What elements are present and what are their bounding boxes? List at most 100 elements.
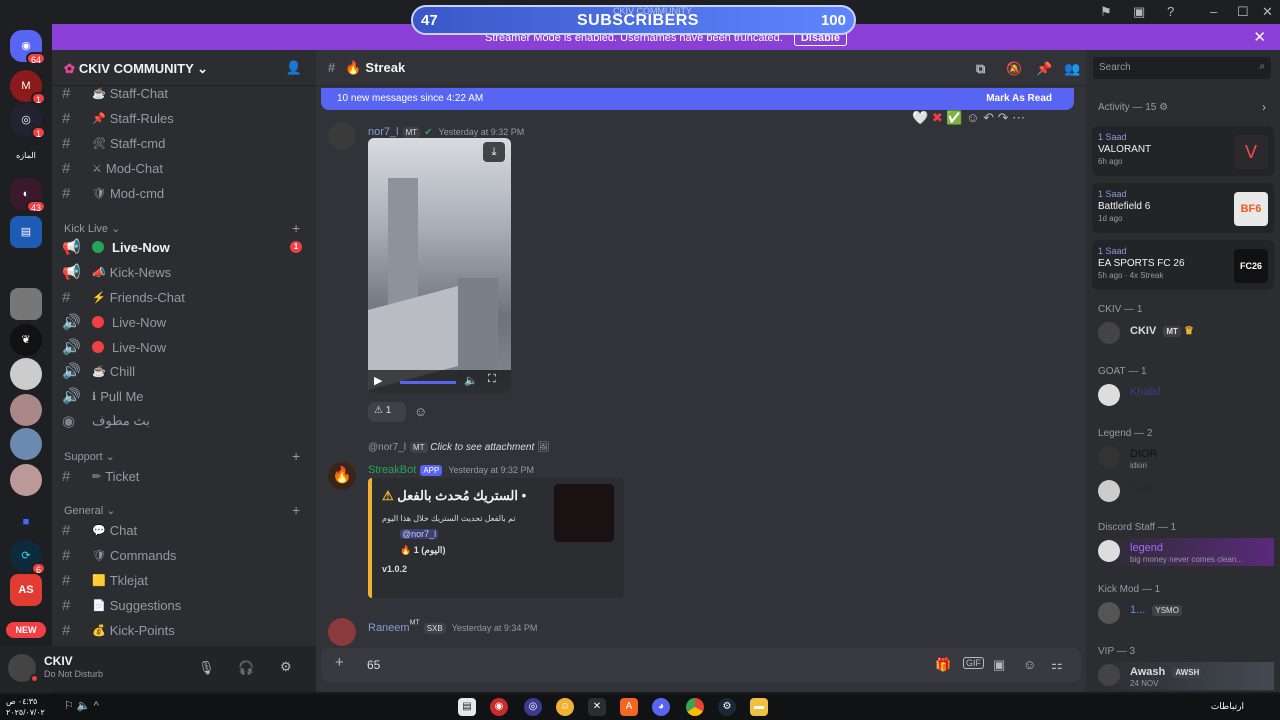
reply-preview[interactable]: @nor7_l MT Click to see attachment 🖼 <box>368 442 550 453</box>
taskbar-app-icon[interactable]: ◎ <box>524 698 542 716</box>
server-icon-ckiv[interactable]: ◐ 43 <box>10 178 46 213</box>
member-awash[interactable]: Awash AWSH 24 NOV <box>1098 662 1274 690</box>
taskbar-folder-icon[interactable]: ▬ <box>750 698 768 716</box>
forward-icon[interactable]: ↷ <box>998 110 1009 125</box>
channel-staff-chat[interactable]: # ☕ Staff-Chat <box>62 81 306 105</box>
chevron-right-icon[interactable]: › <box>1262 100 1266 114</box>
add-channel-icon[interactable]: + <box>292 220 300 236</box>
taskbar-discord-icon[interactable]: ◕ <box>652 698 670 716</box>
heart-icon[interactable]: 🤍 <box>912 110 928 125</box>
plus-attach-icon[interactable]: + <box>335 654 344 671</box>
apps-icon[interactable]: ⚏ <box>1051 657 1063 673</box>
taskbar-app-icon[interactable]: ☺ <box>556 698 574 716</box>
server-icon-portrait[interactable] <box>10 358 42 390</box>
member-list-icon[interactable]: 👥 <box>1064 61 1080 77</box>
mention-pill[interactable]: @nor7_l <box>400 529 439 539</box>
check-reaction-icon[interactable]: ✅ <box>946 110 962 125</box>
progress-bar[interactable] <box>400 381 456 384</box>
message-username[interactable]: Raneem <box>368 622 410 634</box>
activity-card[interactable]: 1 Saad EA SPORTS FC 26 5h ago · 4x Strea… <box>1092 240 1274 290</box>
server-icon-avatar[interactable] <box>10 288 42 320</box>
play-icon[interactable]: ▶ <box>374 374 382 387</box>
streakbot-avatar[interactable]: 🔥 <box>328 462 356 490</box>
message-username[interactable]: nor7_l <box>368 126 399 138</box>
taskbar-steam-icon[interactable]: ⚙ <box>718 698 736 716</box>
more-icon[interactable]: ⋯ <box>1012 110 1025 125</box>
channel-ticket[interactable]: # ✏ Ticket <box>62 464 306 488</box>
message-username[interactable]: StreakBot <box>368 464 416 476</box>
embed-thumbnail[interactable] <box>554 484 614 542</box>
add-reaction-icon[interactable]: ☺ <box>966 110 979 125</box>
taskbar-app-icon[interactable]: ▤ <box>458 698 476 716</box>
microphone-icon[interactable]: 🎙 <box>198 660 215 676</box>
message-composer[interactable]: + 65 🎁 GIF ▣ ☺ ⚏ <box>321 648 1081 682</box>
channel-commands[interactable]: # 🛡 Commands <box>62 543 306 567</box>
server-icon-as[interactable]: AS <box>10 574 42 606</box>
screen-icon[interactable]: ▣ <box>1133 4 1145 20</box>
home-discord-icon[interactable]: ◉ 64 <box>10 30 46 65</box>
mark-as-read-button[interactable]: Mark As Read <box>986 93 1052 104</box>
fullscreen-icon[interactable]: ⛶ <box>488 373 496 386</box>
server-icon-logo[interactable]: ⟳ 6 <box>10 540 46 575</box>
server-icon-circle[interactable]: ◎ 1 <box>10 104 46 139</box>
gif-icon[interactable]: GIF <box>963 657 984 669</box>
sticker-icon[interactable]: ▣ <box>993 657 1005 673</box>
taskbar-app-icon[interactable]: ◉ <box>490 698 508 716</box>
message-input[interactable]: 65 <box>367 658 380 672</box>
channel-stage[interactable]: ◉ بث مطوف <box>62 409 306 433</box>
reply-icon[interactable]: ↶ <box>983 110 994 125</box>
channel-kick-news[interactable]: 📢 📣 Kick-News <box>62 260 306 284</box>
maximize-icon[interactable]: ☐ <box>1237 4 1249 20</box>
taskbar-app-icon[interactable]: A <box>620 698 638 716</box>
channel-live-now-2[interactable]: 🔊 Live-Now <box>62 310 306 334</box>
clock[interactable]: ٠٤:٣٥ ص ٢٠٢٥/٠٧/٠٢ <box>6 696 45 718</box>
taskbar-chrome-icon[interactable] <box>686 698 704 716</box>
server-icon-square[interactable]: ■ <box>10 506 42 538</box>
server-icon-scene[interactable] <box>10 428 42 460</box>
add-member-icon[interactable]: 👤 <box>286 60 302 76</box>
member-legend[interactable]: legend big money never comes clean... <box>1098 538 1274 566</box>
close-window-icon[interactable]: ✕ <box>1262 4 1273 20</box>
channel-suggestions[interactable]: # 📄 Suggestions <box>62 593 306 617</box>
mute-icon[interactable]: 🔕 <box>1006 61 1022 77</box>
channel-kick-points[interactable]: # 💰 Kick-Points <box>62 618 306 642</box>
server-icon-face[interactable] <box>10 394 42 426</box>
taskbar-app-icon[interactable]: ✕ <box>588 698 606 716</box>
channel-chat[interactable]: # 💬 Chat <box>62 518 306 542</box>
threads-icon[interactable]: ⧉ <box>976 61 985 77</box>
pin-icon[interactable]: 📌 <box>1036 61 1052 77</box>
channel-chill[interactable]: 🔊 ☕ Chill <box>62 359 306 383</box>
channel-mod-chat[interactable]: # ⚔ Mod-Chat <box>62 156 306 180</box>
help-icon[interactable]: ? <box>1167 4 1174 19</box>
video-attachment[interactable]: ⤓ ▶ 🔈 ⛶ <box>368 138 511 394</box>
channel-pull-me[interactable]: 🔊 ℹ Pull Me <box>62 384 306 408</box>
avatar[interactable] <box>328 618 356 646</box>
server-icon-wings[interactable]: ❦ <box>10 324 42 356</box>
channel-friends-chat[interactable]: # ⚡ Friends-Chat <box>62 285 306 309</box>
add-channel-icon[interactable]: + <box>292 502 300 518</box>
tray-icons[interactable]: ⚐ 🔈 ^ <box>64 699 99 712</box>
server-icon-person[interactable] <box>10 464 42 496</box>
new-pill[interactable]: NEW <box>6 622 46 638</box>
server-icon-m[interactable]: M1 <box>10 70 46 105</box>
avatar[interactable] <box>328 122 356 150</box>
channel-mod-cmd[interactable]: # 🛡 Mod-cmd <box>62 181 306 205</box>
activity-card[interactable]: 1 Saad VALORANT 6h ago V <box>1092 126 1274 176</box>
inbox-icon[interactable]: ⚑ <box>1100 4 1112 20</box>
gift-icon[interactable]: 🎁 <box>935 657 951 673</box>
server-icon-arabic[interactable]: المازه <box>10 140 42 172</box>
volume-icon[interactable]: 🔈 <box>464 374 478 387</box>
emoji-icon[interactable]: ☺ <box>1023 657 1036 672</box>
reaction-warning[interactable]: ⚠ 1 <box>368 402 406 422</box>
x-reaction-icon[interactable]: ✖ <box>932 110 943 125</box>
new-messages-bar[interactable]: 10 new messages since 4:22 AM Mark As Re… <box>321 88 1074 110</box>
channel-tklejat[interactable]: # 🟨 Tklejat <box>62 568 306 592</box>
search-input[interactable]: Search ⌕ <box>1093 57 1271 79</box>
taskbar-label[interactable]: ارتباطات <box>1211 701 1244 712</box>
minimize-icon[interactable]: – <box>1210 4 1217 19</box>
channel-live-now[interactable]: 📢 Live-Now 1 <box>62 235 306 259</box>
headphones-icon[interactable]: 🎧 <box>238 660 254 676</box>
close-banner-icon[interactable]: ✕ <box>1253 28 1266 46</box>
channel-live-now-3[interactable]: 🔊 Live-Now <box>62 335 306 359</box>
server-icon-blue[interactable]: ▤ <box>10 216 42 248</box>
